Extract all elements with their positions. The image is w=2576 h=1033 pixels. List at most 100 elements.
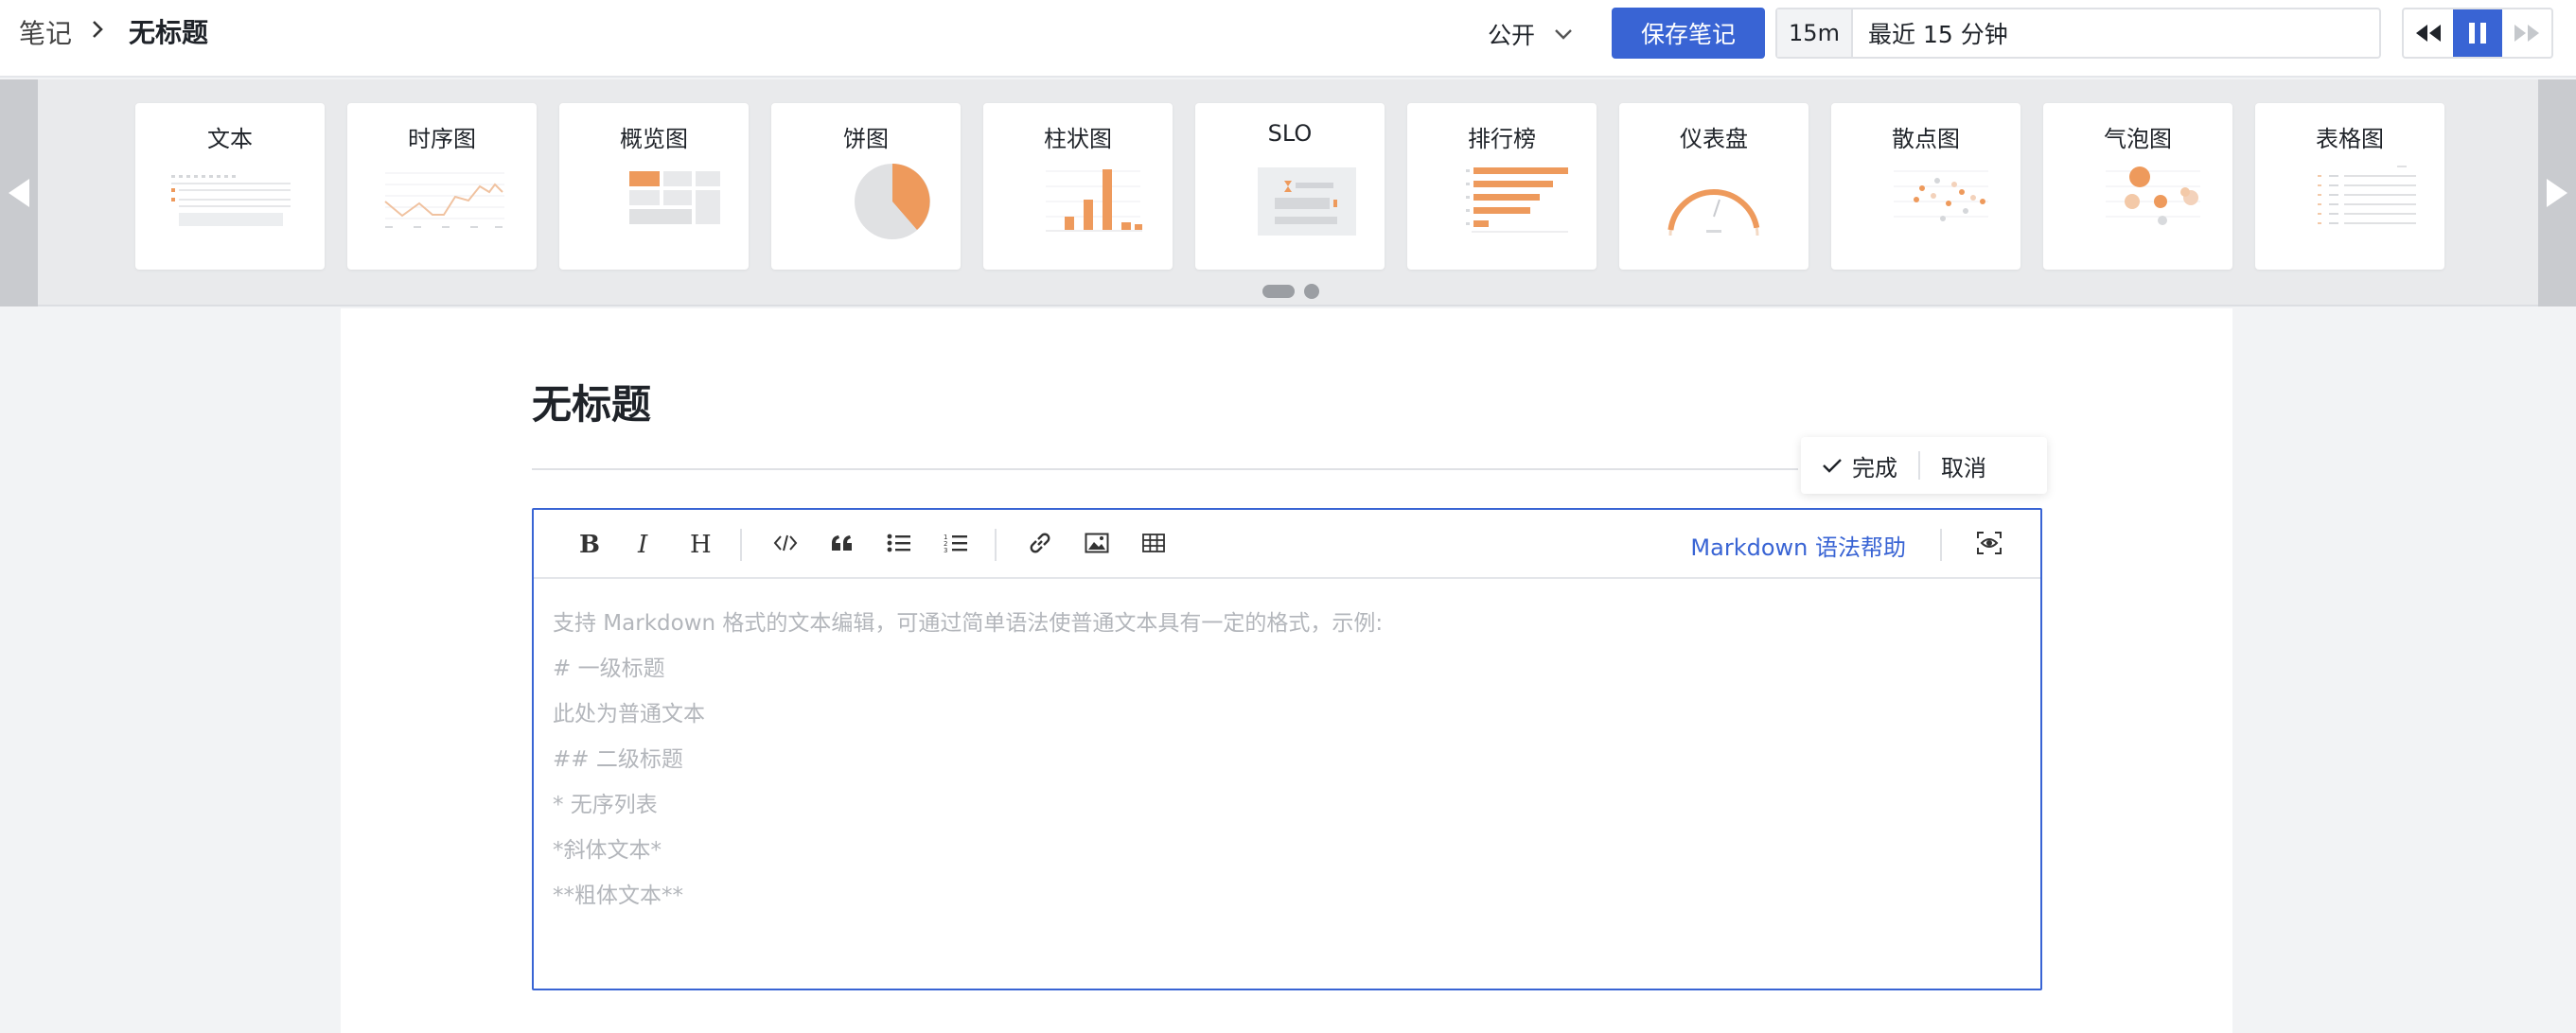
chart-type-label: 时序图 bbox=[408, 126, 476, 152]
chart-type-bubble[interactable]: 气泡图 bbox=[2043, 103, 2232, 270]
ordered-list-button[interactable]: 123 bbox=[938, 525, 974, 561]
bold-button[interactable]: B bbox=[570, 525, 606, 561]
bar-preview-icon bbox=[1046, 169, 1142, 232]
chevron-right-icon bbox=[93, 21, 103, 38]
carousel-next-button[interactable] bbox=[2538, 79, 2576, 306]
chart-type-label: 气泡图 bbox=[2104, 126, 2172, 152]
rewind-button[interactable] bbox=[2404, 9, 2453, 57]
code-button[interactable] bbox=[768, 525, 803, 561]
heading-icon: H bbox=[690, 531, 712, 557]
check-icon bbox=[1823, 459, 1842, 473]
time-range-picker[interactable]: 15m 最近 15 分钟 bbox=[1775, 8, 2381, 59]
toolbar-separator bbox=[995, 529, 997, 561]
chart-type-slo[interactable]: SLO bbox=[1195, 103, 1385, 270]
link-icon bbox=[1030, 533, 1050, 553]
chart-type-label: 文本 bbox=[207, 126, 253, 152]
markdown-help-link[interactable]: Markdown 语法帮助 bbox=[1690, 529, 1906, 562]
cancel-button[interactable]: 取消 bbox=[1920, 449, 2007, 482]
divider bbox=[532, 468, 1798, 470]
placeholder-line: * 无序列表 bbox=[553, 793, 658, 817]
chart-type-toplist[interactable]: 排行榜 bbox=[1407, 103, 1597, 270]
table-icon bbox=[1142, 534, 1165, 552]
time-range-label: 最近 15 分钟 bbox=[1868, 21, 2008, 48]
italic-button[interactable]: I bbox=[626, 525, 662, 561]
svg-text:H: H bbox=[690, 531, 712, 557]
scatter-preview-icon bbox=[1894, 170, 1988, 221]
top-bar: 笔记 无标题 公开 保存笔记 15m 最近 15 分钟 bbox=[0, 0, 2576, 78]
chart-type-label: 饼图 bbox=[843, 126, 889, 152]
markdown-editor[interactable]: B I H 123 Markdown 语法帮助 支持 Markdown 格式的文… bbox=[532, 508, 2042, 990]
svg-text:3: 3 bbox=[944, 547, 947, 553]
heading-button[interactable]: H bbox=[683, 525, 719, 561]
overview-preview-icon bbox=[629, 171, 720, 224]
cancel-label: 取消 bbox=[1941, 454, 1986, 481]
chart-type-bar[interactable]: 柱状图 bbox=[983, 103, 1173, 270]
chart-type-overview[interactable]: 概览图 bbox=[559, 103, 749, 270]
chart-type-gauge[interactable]: 仪表盘 bbox=[1619, 103, 1808, 270]
quote-icon bbox=[832, 535, 852, 551]
text-preview-icon bbox=[171, 175, 291, 226]
slo-preview-icon bbox=[1258, 167, 1356, 236]
chart-type-label: 排行榜 bbox=[1468, 126, 1536, 152]
pie-preview-icon bbox=[855, 164, 930, 239]
preview-button[interactable] bbox=[1971, 525, 2007, 561]
placeholder-line: 支持 Markdown 格式的文本编辑，可通过简单语法使普通文本具有一定的格式，… bbox=[553, 611, 1384, 636]
bullet-list-button[interactable] bbox=[881, 525, 917, 561]
breadcrumb-current: 无标题 bbox=[129, 17, 209, 48]
image-icon bbox=[1085, 533, 1109, 553]
timeseries-preview-icon bbox=[384, 172, 504, 228]
chart-type-text[interactable]: 文本 bbox=[135, 103, 325, 270]
rewind-icon bbox=[2416, 25, 2441, 42]
toolbar-separator bbox=[1940, 529, 1942, 561]
carousel-page-dot[interactable] bbox=[1304, 284, 1319, 299]
table-button[interactable] bbox=[1136, 525, 1172, 561]
chart-type-table[interactable]: 表格图 bbox=[2255, 103, 2444, 270]
chevron-down-icon bbox=[1555, 29, 1572, 40]
chart-type-timeseries[interactable]: 时序图 bbox=[347, 103, 537, 270]
image-button[interactable] bbox=[1079, 525, 1115, 561]
svg-text:I: I bbox=[637, 531, 648, 557]
carousel-pagination bbox=[1262, 284, 1319, 299]
ordered-list-icon: 123 bbox=[944, 534, 967, 553]
chart-type-scatter[interactable]: 散点图 bbox=[1831, 103, 2020, 270]
done-label: 完成 bbox=[1852, 454, 1897, 481]
done-button[interactable]: 完成 bbox=[1801, 449, 1918, 482]
breadcrumb-notes[interactable]: 笔记 bbox=[19, 13, 72, 51]
time-range-short: 15m bbox=[1777, 9, 1853, 57]
visibility-value: 公开 bbox=[1488, 22, 1536, 49]
toolbar-separator bbox=[740, 529, 742, 561]
table-preview-icon bbox=[2318, 166, 2416, 224]
carousel-prev-button[interactable] bbox=[0, 79, 38, 306]
chart-type-label: 散点图 bbox=[1892, 126, 1960, 152]
svg-text:B: B bbox=[579, 531, 600, 557]
pause-button[interactable] bbox=[2453, 9, 2502, 57]
fast-forward-button[interactable] bbox=[2502, 9, 2551, 57]
caret-right-icon bbox=[2547, 179, 2567, 207]
chart-type-label: SLO bbox=[1267, 120, 1313, 147]
bold-icon: B bbox=[579, 531, 600, 557]
chart-type-carousel: 文本 时序图 概览图 饼图 柱状图 SLO 排行榜 仪表盘 散点图 气泡图 表格… bbox=[0, 79, 2576, 306]
code-icon bbox=[773, 534, 798, 552]
chart-type-label: 概览图 bbox=[620, 126, 688, 152]
editor-toolbar: B I H 123 Markdown 语法帮助 bbox=[534, 510, 2040, 579]
gauge-preview-icon bbox=[1667, 188, 1760, 236]
chart-type-label: 柱状图 bbox=[1044, 126, 1112, 152]
playback-controls bbox=[2402, 8, 2553, 59]
visibility-select[interactable]: 公开 bbox=[1488, 15, 1573, 53]
chart-type-pie[interactable]: 饼图 bbox=[771, 103, 961, 270]
bubble-preview-icon bbox=[2106, 166, 2200, 225]
note-title[interactable]: 无标题 bbox=[532, 373, 651, 430]
placeholder-line: **粗体文本** bbox=[553, 884, 683, 908]
caret-left-icon bbox=[9, 179, 29, 207]
link-button[interactable] bbox=[1022, 525, 1058, 561]
toplist-preview-icon bbox=[1466, 167, 1568, 233]
placeholder-line: ## 二级标题 bbox=[553, 747, 683, 772]
placeholder-line: 此处为普通文本 bbox=[553, 702, 705, 727]
placeholder-line: # 一级标题 bbox=[553, 657, 665, 681]
edit-actions: 完成 取消 bbox=[1801, 437, 2047, 494]
placeholder-line: *斜体文本* bbox=[553, 838, 662, 863]
carousel-page-dot[interactable] bbox=[1262, 285, 1295, 298]
save-note-button[interactable]: 保存笔记 bbox=[1612, 8, 1765, 59]
quote-button[interactable] bbox=[824, 525, 860, 561]
pause-icon bbox=[2469, 23, 2486, 44]
